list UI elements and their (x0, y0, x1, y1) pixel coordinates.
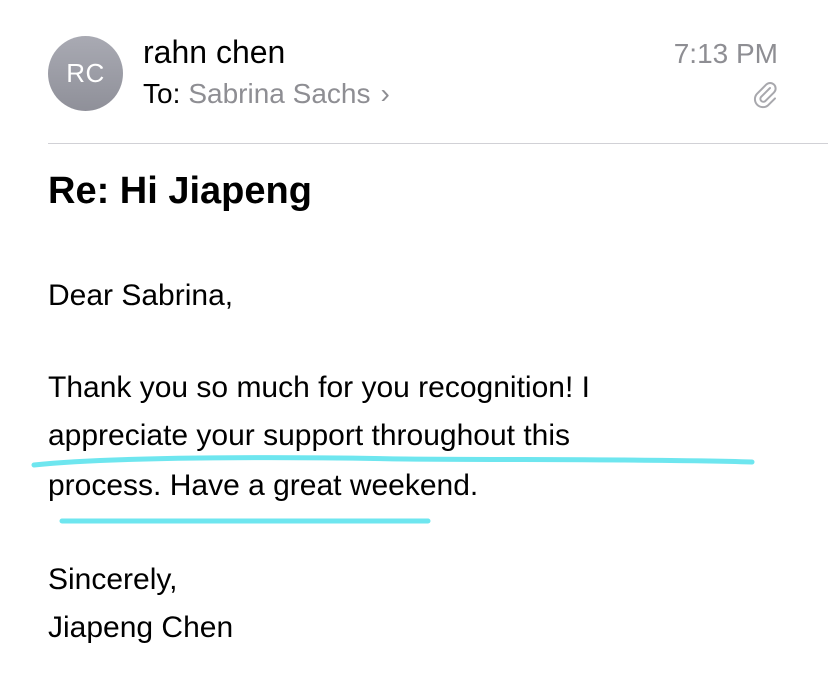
recipient-name[interactable]: Sabrina Sachs (188, 78, 370, 109)
body-line-2: appreciate your support throughout this (48, 419, 570, 452)
timestamp: 7:13 PM (673, 38, 778, 69)
chevron-right-icon[interactable]: › (380, 78, 389, 109)
sender-name[interactable]: rahn chen (143, 34, 285, 71)
avatar[interactable]: RC (48, 36, 123, 111)
email-subject: Re: Hi Jiapeng (48, 170, 312, 212)
paperclip-icon[interactable] (752, 80, 778, 110)
recipient-line[interactable]: To: Sabrina Sachs › (143, 78, 390, 110)
header-divider (48, 143, 828, 144)
signature-text: Jiapeng Chen (48, 611, 234, 644)
email-header: RC rahn chen To: Sabrina Sachs › 7:13 PM (0, 0, 828, 144)
greeting-text: Dear Sabrina, (48, 279, 234, 312)
body-line-1: Thank you so much for you recognition! I (48, 371, 590, 404)
body-line-3: process. Have a great weekend. (48, 469, 479, 502)
to-label: To: (143, 78, 181, 109)
closing-text: Sincerely, (48, 563, 178, 596)
